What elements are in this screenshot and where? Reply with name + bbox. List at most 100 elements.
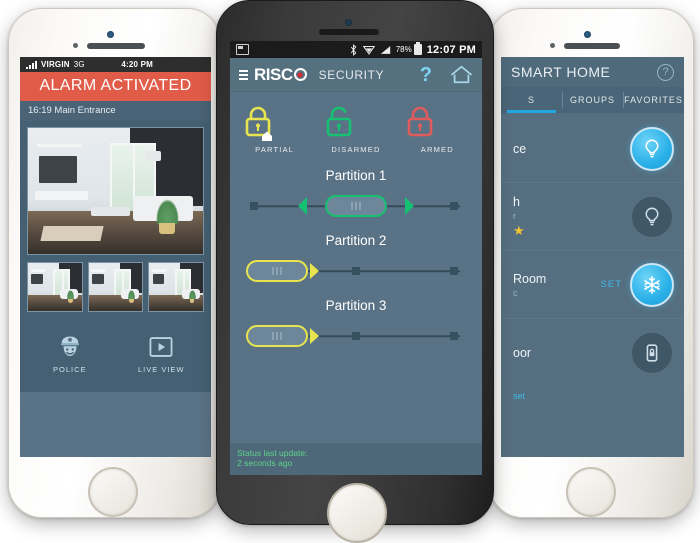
partition-block: Partition 3 (230, 298, 482, 349)
tab-favorites-label: FAVORITES (624, 95, 683, 105)
set-button[interactable]: SET (601, 279, 622, 290)
slider-arrow-right-icon (310, 263, 319, 279)
device-sublabel: c (513, 287, 518, 298)
home-button[interactable] (566, 467, 616, 517)
list-item[interactable]: Room c SET (501, 251, 684, 319)
mode-partial[interactable]: PARTIAL (238, 102, 312, 154)
proximity-sensor-icon (550, 43, 555, 48)
front-camera-icon (584, 31, 591, 38)
hamburger-icon[interactable] (239, 69, 248, 80)
ios-status-bar: VIRGIN 3G 4:20 PM (20, 57, 211, 72)
lock-house-icon (245, 106, 272, 141)
slider-stop (352, 332, 360, 340)
slider-stop (250, 202, 258, 210)
home-icon[interactable] (450, 65, 473, 84)
slider-handle[interactable] (325, 195, 387, 217)
device-list: ce h r ★ Room c SET oor set (501, 113, 684, 401)
police-button[interactable]: POLICE (39, 334, 101, 374)
status-time: 4:20 PM (121, 60, 153, 69)
tab-groups-label: GROUPS (569, 95, 615, 105)
device-name: Room (513, 271, 547, 286)
help-icon[interactable]: ? (657, 63, 674, 81)
wifi-icon (362, 44, 375, 55)
live-view-button[interactable]: LIVE VIEW (130, 334, 192, 374)
live-camera-view[interactable] (27, 127, 204, 255)
unlocked-padlock-icon (326, 106, 352, 137)
police-button-label: POLICE (52, 365, 87, 374)
partition-block: Partition 2 (230, 233, 482, 284)
partition-block: Partition 1 (230, 168, 482, 219)
front-camera-icon (345, 19, 352, 26)
scene-stage: VIRGIN 3G 4:20 PM ALARM ACTIVATED 16:19 … (0, 0, 700, 543)
mode-armed[interactable]: ARMED (400, 102, 474, 154)
slider-arrow-right-icon (310, 328, 319, 344)
camera-thumbnail[interactable] (148, 262, 205, 312)
page-title: SMART HOME (511, 64, 611, 80)
grip-icon (272, 267, 282, 275)
android-status-bar: 78% 12:07 PM (230, 41, 482, 58)
risco-logo-dot (293, 68, 307, 81)
grip-icon (351, 202, 361, 210)
earpiece-speaker (319, 29, 379, 35)
list-item[interactable]: ce (501, 115, 684, 183)
device-sublabel: r (513, 210, 516, 221)
home-button[interactable] (88, 467, 138, 517)
alarm-banner: ALARM ACTIVATED (20, 72, 211, 101)
partition-title: Partition 2 (325, 233, 387, 248)
right-phone-screen: SMART HOME ? S GROUPS FAVORITES ce h r ★… (501, 57, 684, 457)
camera-thumbnail-strip (27, 255, 205, 320)
left-phone-screen: VIRGIN 3G 4:20 PM ALARM ACTIVATED 16:19 … (20, 57, 211, 457)
risco-security-label: SECURITY (318, 67, 385, 82)
mode-disarmed[interactable]: DISARMED (319, 102, 393, 154)
home-button[interactable] (327, 483, 387, 543)
partition-slider[interactable] (246, 193, 466, 219)
snowflake-icon[interactable] (630, 262, 674, 307)
proximity-sensor-icon (73, 43, 78, 48)
left-phone-device: VIRGIN 3G 4:20 PM ALARM ACTIVATED 16:19 … (8, 8, 221, 518)
tab-devices-label: S (527, 95, 535, 105)
camera-thumbnail[interactable] (27, 262, 83, 312)
status-time: 12:07 PM (426, 43, 476, 56)
front-camera-icon (107, 31, 114, 38)
question-mark-icon[interactable]: ? (420, 65, 432, 85)
reset-link[interactable]: set (501, 387, 684, 401)
list-item[interactable]: oor (501, 319, 684, 387)
risco-brand-label: RISC (254, 64, 293, 84)
light-bulb-icon[interactable] (630, 194, 674, 239)
device-name: ce (513, 141, 527, 156)
tab-devices[interactable]: S (501, 87, 562, 113)
partition-title: Partition 1 (325, 168, 387, 183)
battery-icon: 78% (396, 42, 422, 55)
screenshot-icon (236, 44, 249, 55)
light-bulb-icon[interactable] (630, 126, 674, 171)
network-type-label: 3G (73, 60, 85, 69)
mode-armed-label: ARMED (420, 145, 454, 154)
door-lock-icon[interactable] (630, 331, 674, 375)
partition-list: Partition 1 Partition 2 Partition 3 (230, 160, 482, 349)
partition-slider[interactable] (246, 258, 466, 284)
list-item[interactable]: h r ★ (501, 183, 684, 251)
tab-groups[interactable]: GROUPS (562, 87, 623, 113)
mode-disarmed-label: DISARMED (331, 145, 381, 154)
status-footer: Status last update: 2 seconds ago (230, 442, 482, 475)
alarm-detail-label: 16:19 Main Entrance (20, 101, 211, 121)
grip-icon (272, 332, 282, 340)
bluetooth-icon (349, 43, 358, 56)
slider-handle[interactable] (246, 260, 308, 282)
risco-app-bar: RISC SECURITY ? (230, 58, 482, 92)
camera-thumbnail[interactable] (87, 262, 144, 312)
status-update-time: 2 seconds ago (237, 458, 293, 469)
favorite-star-icon[interactable]: ★ (513, 223, 630, 239)
smart-home-title-bar: SMART HOME ? (501, 57, 684, 87)
slider-handle[interactable] (246, 325, 308, 347)
device-name: h (513, 194, 520, 209)
partition-slider[interactable] (246, 323, 466, 349)
earpiece-speaker (564, 43, 620, 49)
arm-mode-selector: PARTIAL DISARMED ARMED (230, 92, 482, 160)
earpiece-speaker (87, 43, 145, 49)
tab-favorites[interactable]: FAVORITES (623, 87, 684, 113)
slider-stop (450, 267, 458, 275)
slider-stop (450, 202, 458, 210)
police-officer-icon (57, 334, 83, 360)
slider-stop (352, 267, 360, 275)
